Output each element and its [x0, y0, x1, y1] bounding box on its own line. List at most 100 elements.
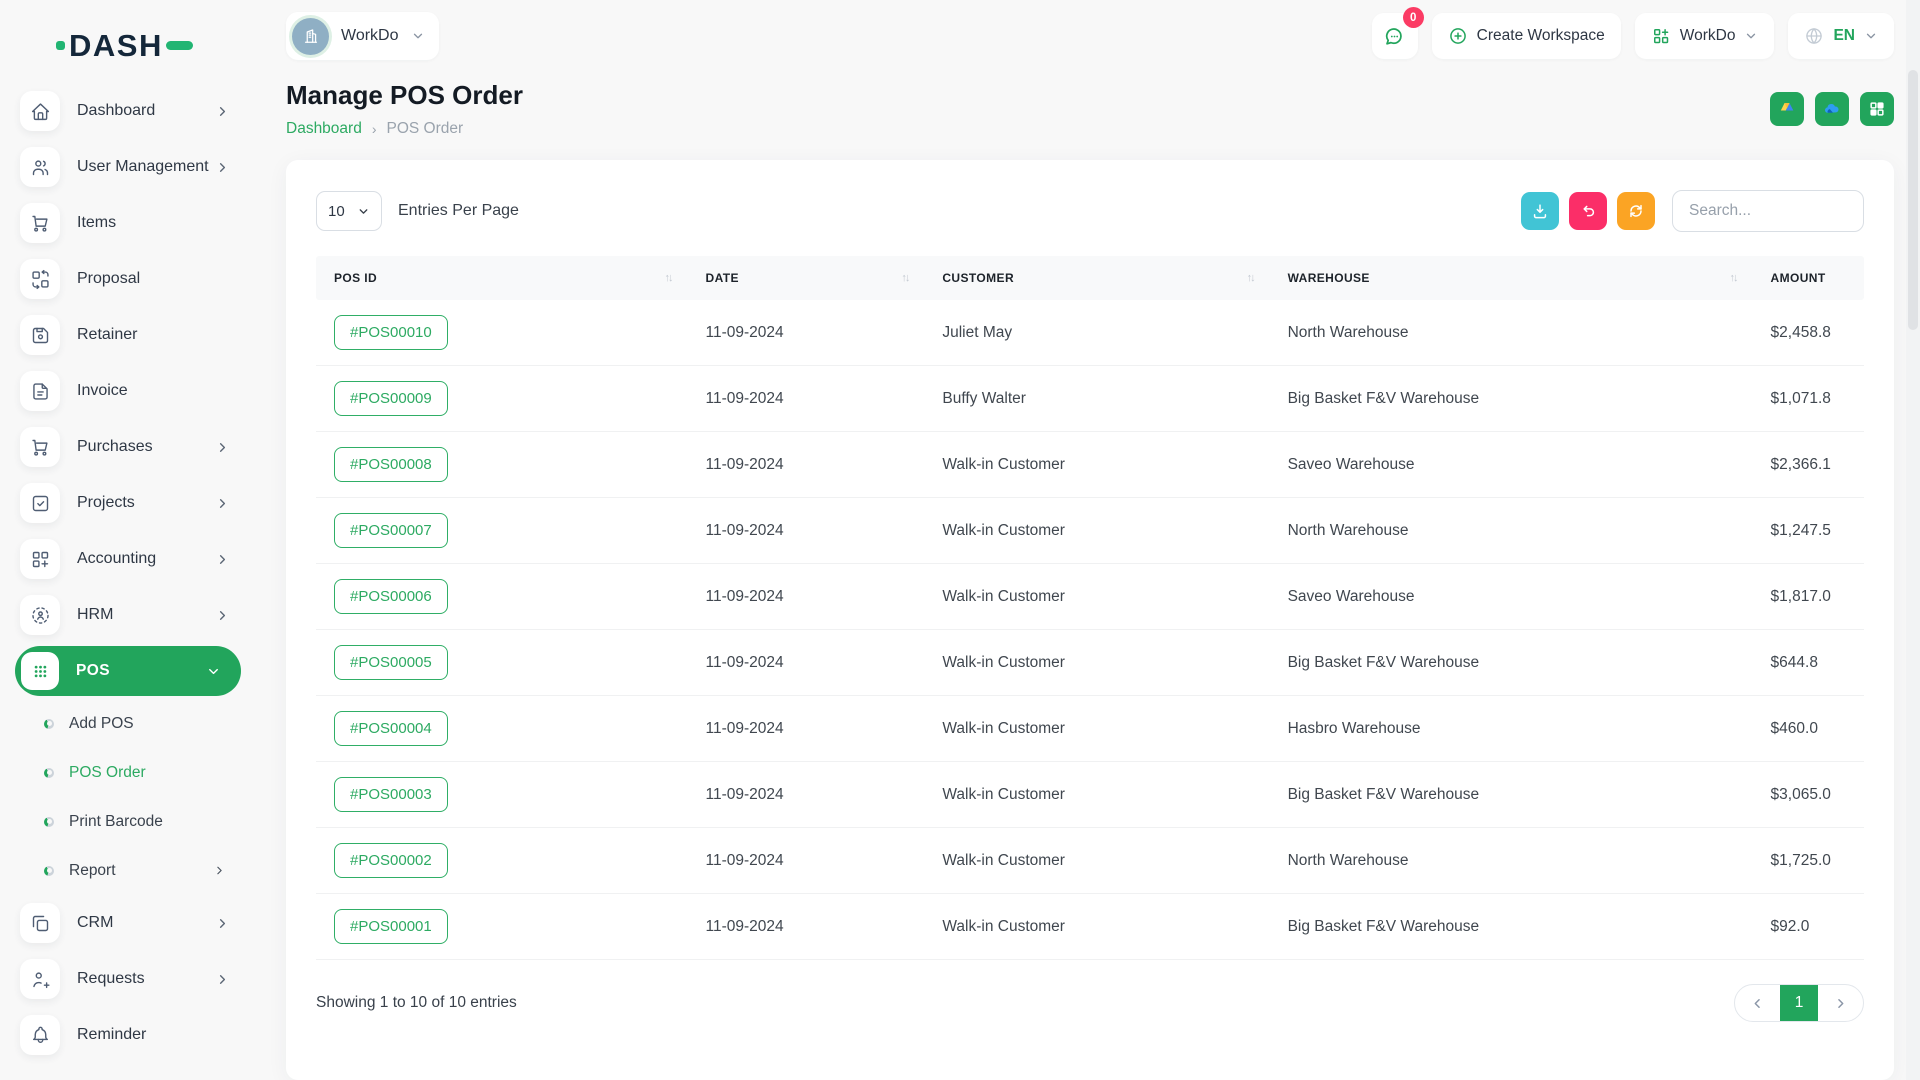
workspace-dropdown[interactable]: WorkDo [1635, 13, 1775, 59]
workspace-dropdown-label: WorkDo [1680, 27, 1736, 45]
breadcrumb-current: POS Order [387, 120, 464, 138]
sidebar-item-hrm[interactable]: HRM [0, 587, 256, 643]
undo-button[interactable] [1569, 192, 1607, 230]
google-drive-icon [1777, 99, 1797, 119]
pos-id-badge[interactable]: #POS00009 [334, 381, 448, 416]
column-header-warehouse[interactable]: WAREHOUSE↑↓ [1270, 271, 1753, 285]
pagination-page-1[interactable]: 1 [1780, 984, 1818, 1022]
sidebar-subitem-print-barcode[interactable]: Print Barcode [0, 797, 256, 846]
pos-id-badge[interactable]: #POS00004 [334, 711, 448, 746]
entries-per-page-label: Entries Per Page [398, 202, 519, 220]
refresh-button[interactable] [1617, 192, 1655, 230]
sort-icon[interactable]: ↑↓ [901, 272, 908, 284]
sidebar-item-user-management[interactable]: User Management [0, 139, 256, 195]
notification-badge: 0 [1403, 7, 1424, 28]
sidebar-subitem-label: Add POS [69, 715, 134, 733]
sidebar-item-invoice[interactable]: Invoice [0, 363, 256, 419]
pos-id-badge[interactable]: #POS00005 [334, 645, 448, 680]
column-label: CUSTOMER [942, 271, 1014, 285]
entries-per-page-select[interactable]: 10 [316, 191, 382, 231]
pos-id-badge[interactable]: #POS00008 [334, 447, 448, 482]
language-dropdown[interactable]: EN [1788, 13, 1894, 59]
scrollbar[interactable] [1906, 0, 1920, 1080]
pos-id-badge[interactable]: #POS00001 [334, 909, 448, 944]
cell-warehouse: Big Basket F&V Warehouse [1270, 654, 1753, 672]
pos-id-badge[interactable]: #POS00010 [334, 315, 448, 350]
crm-icon [20, 903, 60, 943]
search-input[interactable] [1672, 190, 1864, 232]
pagination-prev-button[interactable] [1735, 984, 1780, 1022]
workspace-selector[interactable]: WorkDo [286, 12, 439, 60]
cell-pos-id: #POS00002 [316, 843, 688, 878]
sort-icon[interactable]: ↑↓ [1247, 272, 1254, 284]
cell-date: 11-09-2024 [688, 324, 925, 342]
export-button[interactable] [1521, 192, 1559, 230]
sidebar-subitem-label: Print Barcode [69, 813, 163, 831]
sidebar-item-retainer[interactable]: Retainer [0, 307, 256, 363]
cell-warehouse: Saveo Warehouse [1270, 588, 1753, 606]
chevron-right-icon [215, 104, 230, 119]
sidebar-subitem-add-pos[interactable]: Add POS [0, 699, 256, 748]
column-header-customer[interactable]: CUSTOMER ↑↓ [924, 271, 1269, 285]
pos-id-badge[interactable]: #POS00007 [334, 513, 448, 548]
cell-pos-id: #POS00001 [316, 909, 688, 944]
sidebar-item-requests[interactable]: Requests [0, 951, 256, 1007]
sidebar-item-reminder[interactable]: Reminder [0, 1007, 256, 1063]
grid-plus-icon [1651, 26, 1671, 46]
cell-warehouse: Big Basket F&V Warehouse [1270, 918, 1753, 936]
onedrive-button[interactable] [1815, 92, 1849, 126]
bell-icon [20, 1015, 60, 1055]
sidebar-item-label: POS [76, 662, 110, 680]
sidebar-item-purchases[interactable]: Purchases [0, 419, 256, 475]
apps-grid-button[interactable] [1860, 92, 1894, 126]
pagination-next-button[interactable] [1818, 984, 1863, 1022]
sidebar-item-crm[interactable]: CRM [0, 895, 256, 951]
sidebar-item-dashboard[interactable]: Dashboard [0, 83, 256, 139]
cell-amount: $2,366.1 [1753, 456, 1864, 474]
sidebar-item-label: Reminder [77, 1026, 146, 1044]
invoice-icon [20, 371, 60, 411]
home-icon [20, 91, 60, 131]
chevron-right-icon [215, 608, 230, 623]
cell-customer: Walk-in Customer [924, 522, 1269, 540]
scrollbar-thumb[interactable] [1908, 70, 1918, 330]
bullet-icon [44, 768, 54, 778]
pos-id-badge[interactable]: #POS00003 [334, 777, 448, 812]
cell-warehouse: Hasbro Warehouse [1270, 720, 1753, 738]
sidebar-item-proposal[interactable]: Proposal [0, 251, 256, 307]
column-header-amount: AMOUNT [1753, 271, 1864, 285]
messages-button[interactable]: 0 [1372, 13, 1418, 59]
column-header-date[interactable]: DATE↑↓ [688, 271, 925, 285]
sidebar-item-items[interactable]: Items [0, 195, 256, 251]
cell-pos-id: #POS00003 [316, 777, 688, 812]
cell-amount: $1,725.0 [1753, 852, 1864, 870]
breadcrumb-dashboard-link[interactable]: Dashboard [286, 120, 362, 138]
undo-icon [1578, 201, 1598, 221]
create-workspace-button[interactable]: Create Workspace [1432, 13, 1621, 59]
sidebar-subitem-report[interactable]: Report [0, 846, 256, 895]
cell-amount: $460.0 [1753, 720, 1864, 738]
cell-warehouse: North Warehouse [1270, 522, 1753, 540]
download-icon [1530, 201, 1550, 221]
chevron-right-icon [1833, 996, 1848, 1011]
column-header-pos-id[interactable]: POS ID↑↓ [316, 271, 688, 285]
users-icon [20, 147, 60, 187]
sidebar-item-label: Dashboard [77, 102, 155, 120]
breadcrumb: Dashboard › POS Order [286, 120, 523, 138]
google-drive-button[interactable] [1770, 92, 1804, 126]
cell-pos-id: #POS00006 [316, 579, 688, 614]
pos-order-card: 10 Entries Per Page POS ID↑↓DATE↑↓CUSTOM… [286, 160, 1894, 1080]
sidebar-item-accounting[interactable]: Accounting [0, 531, 256, 587]
cell-date: 11-09-2024 [688, 918, 925, 936]
sidebar-item-pos[interactable]: POS [15, 646, 241, 696]
main-area: WorkDo 0 Create Workspace [256, 0, 1920, 1080]
sidebar-subitem-pos-order[interactable]: POS Order [0, 748, 256, 797]
pos-id-badge[interactable]: #POS00002 [334, 843, 448, 878]
cell-amount: $1,071.8 [1753, 390, 1864, 408]
sidebar-item-projects[interactable]: Projects [0, 475, 256, 531]
column-label: AMOUNT [1771, 271, 1826, 285]
sidebar-item-label: Invoice [77, 382, 128, 400]
sort-icon[interactable]: ↑↓ [1730, 272, 1737, 284]
sort-icon[interactable]: ↑↓ [665, 272, 672, 284]
pos-id-badge[interactable]: #POS00006 [334, 579, 448, 614]
